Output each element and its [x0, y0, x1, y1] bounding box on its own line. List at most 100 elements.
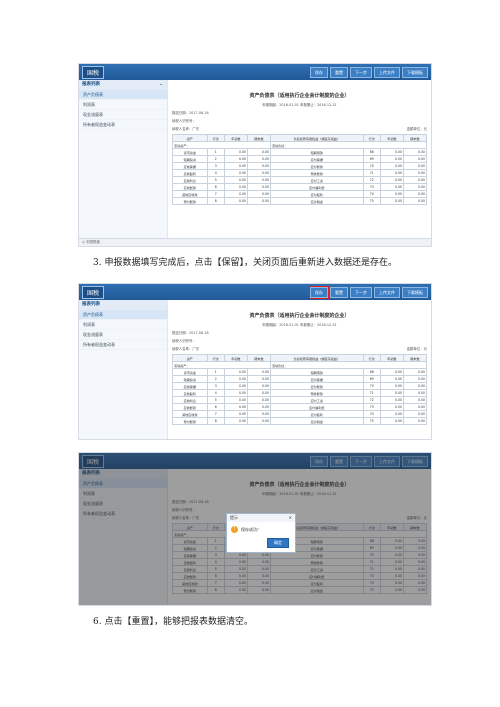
table-row: 应收利息 5 0.00 0.00 应付工资 72 0.00 0.00: [172, 176, 428, 184]
amount-cell[interactable]: 0.00: [246, 403, 271, 411]
download-template-button[interactable]: 下载模板: [402, 66, 428, 78]
sidebar-item-equity-changes[interactable]: 所有者权益变动表: [79, 120, 167, 130]
table-cell: 应收票据: [172, 382, 208, 390]
amount-cell[interactable]: 0.00: [223, 382, 248, 390]
amount-cell[interactable]: 0.00: [402, 382, 428, 390]
amount-cell[interactable]: 0.00: [223, 176, 248, 184]
amount-cell[interactable]: 0.00: [223, 417, 248, 425]
amount-cell[interactable]: 0.00: [223, 197, 248, 205]
amount-cell[interactable]: 0.00: [402, 197, 428, 205]
sidebar-item-balance-sheet[interactable]: 资产负债表: [79, 90, 167, 100]
amount-cell[interactable]: 0.00: [223, 396, 248, 404]
amount-cell[interactable]: 0.00: [246, 162, 271, 170]
amount-cell[interactable]: 0.00: [379, 396, 404, 404]
amount-cell[interactable]: 0.00: [246, 382, 271, 390]
amount-cell[interactable]: 0.00: [223, 155, 248, 163]
table-header-cell: 年初数: [379, 134, 404, 142]
amount-cell[interactable]: 0.00: [246, 197, 271, 205]
amount-cell[interactable]: 0.00: [402, 183, 428, 191]
amount-cell[interactable]: 0.00: [379, 389, 404, 397]
table-cell: 应付福利费: [269, 403, 364, 411]
amount-cell[interactable]: 0.00: [246, 148, 271, 156]
amount-cell[interactable]: 0.00: [223, 375, 248, 383]
amount-cell[interactable]: 0.00: [402, 410, 428, 418]
save-button[interactable]: 保存: [310, 66, 328, 78]
amount-cell[interactable]: 0.00: [246, 368, 271, 376]
amount-cell[interactable]: 0.00: [246, 190, 271, 198]
amount-cell[interactable]: 0.00: [379, 162, 404, 170]
amount-cell[interactable]: 0.00: [379, 410, 404, 418]
table-row: 预付账款 8 0.00 0.00 应交税金 75 0.00 0.00: [172, 197, 428, 205]
amount-cell[interactable]: 0.00: [379, 382, 404, 390]
sidebar-item-cash-flow[interactable]: 现金流量表: [79, 330, 167, 340]
save-button[interactable]: 保存: [309, 285, 329, 299]
amount-cell[interactable]: 0.00: [223, 183, 248, 191]
next-step-button[interactable]: 下一步: [350, 66, 372, 78]
table-cell: 应交税金: [269, 417, 364, 425]
amount-cell[interactable]: 0.00: [402, 389, 428, 397]
table-header-cell: 期末数: [246, 134, 271, 142]
close-icon[interactable]: ✕: [289, 514, 292, 522]
next-step-button[interactable]: 下一步: [350, 286, 372, 298]
amount-cell[interactable]: 0.00: [379, 155, 404, 163]
amount-cell[interactable]: 0.00: [223, 368, 248, 376]
amount-cell[interactable]: 0.00: [379, 183, 404, 191]
table-cell: 其他应收款: [172, 190, 208, 198]
amount-cell[interactable]: 0.00: [402, 162, 428, 170]
table-cell: 73: [362, 183, 381, 191]
download-template-button[interactable]: 下载模板: [402, 286, 428, 298]
table-row: 短期投资20.000.00应付票据690.000.00: [172, 155, 428, 163]
amount-cell[interactable]: 0.00: [379, 176, 404, 184]
table-header-cell: 资产: [172, 354, 208, 362]
amount-cell[interactable]: 0.00: [223, 410, 248, 418]
amount-cell[interactable]: 0.00: [379, 403, 404, 411]
amount-cell[interactable]: 0.00: [379, 148, 404, 156]
amount-cell[interactable]: 0.00: [379, 197, 404, 205]
table-row: 应收利息 5 0.00 0.00 应付工资 72 0.00 0.00: [172, 396, 428, 404]
sidebar-item-equity-changes[interactable]: 所有者权益变动表: [79, 340, 167, 350]
reset-button[interactable]: 重置: [330, 66, 348, 78]
amount-cell[interactable]: 0.00: [402, 190, 428, 198]
amount-cell[interactable]: 0.00: [402, 375, 428, 383]
amount-cell[interactable]: 0.00: [402, 368, 428, 376]
amount-cell[interactable]: 0.00: [246, 396, 271, 404]
amount-cell[interactable]: 0.00: [402, 417, 428, 425]
sidebar-item-income-statement[interactable]: 利润表: [79, 320, 167, 330]
sidebar-item-income-statement[interactable]: 利润表: [79, 100, 167, 110]
amount-cell[interactable]: 0.00: [223, 162, 248, 170]
table-row: 应收账款 6 0.00 0.00 应付福利费 73 0.00 0.00: [172, 183, 428, 191]
amount-cell[interactable]: 0.00: [402, 403, 428, 411]
reset-button[interactable]: 重置: [330, 286, 348, 298]
amount-cell[interactable]: 0.00: [223, 190, 248, 198]
amount-cell[interactable]: 0.00: [402, 396, 428, 404]
amount-cell[interactable]: 0.00: [246, 183, 271, 191]
amount-cell[interactable]: 0.00: [246, 176, 271, 184]
amount-cell[interactable]: 0.00: [246, 417, 271, 425]
amount-cell[interactable]: 0.00: [379, 417, 404, 425]
amount-cell[interactable]: 0.00: [402, 176, 428, 184]
amount-cell[interactable]: 0.00: [246, 169, 271, 177]
amount-cell[interactable]: 0.00: [246, 410, 271, 418]
amount-cell[interactable]: 0.00: [246, 155, 271, 163]
sidebar-item-cash-flow[interactable]: 现金流量表: [79, 110, 167, 120]
amount-cell[interactable]: 0.00: [379, 368, 404, 376]
amount-cell[interactable]: 0.00: [379, 190, 404, 198]
amount-cell[interactable]: 0.00: [223, 403, 248, 411]
sidebar-item-balance-sheet[interactable]: 资产负债表: [79, 310, 167, 320]
dialog-ok-button[interactable]: 确定: [267, 538, 289, 548]
amount-cell[interactable]: 0.00: [379, 375, 404, 383]
upload-file-button[interactable]: 上传文件: [374, 286, 400, 298]
amount-cell[interactable]: 0.00: [223, 169, 248, 177]
amount-cell[interactable]: 0.00: [246, 375, 271, 383]
table-cell: 应付账款: [269, 162, 364, 170]
amount-cell[interactable]: 0.00: [402, 148, 428, 156]
upload-file-button[interactable]: 上传文件: [374, 66, 400, 78]
amount-cell[interactable]: 0.00: [223, 389, 248, 397]
amount-cell[interactable]: 0.00: [246, 389, 271, 397]
amount-cell[interactable]: 0.00: [402, 169, 428, 177]
amount-cell[interactable]: 0.00: [402, 155, 428, 163]
amount-cell[interactable]: 0.00: [223, 148, 248, 156]
toolbar: 保存 重置 下一步 上传文件 下载模板: [309, 285, 428, 299]
amount-cell[interactable]: 0.00: [379, 169, 404, 177]
chevron-down-icon[interactable]: ⌄: [159, 80, 163, 90]
